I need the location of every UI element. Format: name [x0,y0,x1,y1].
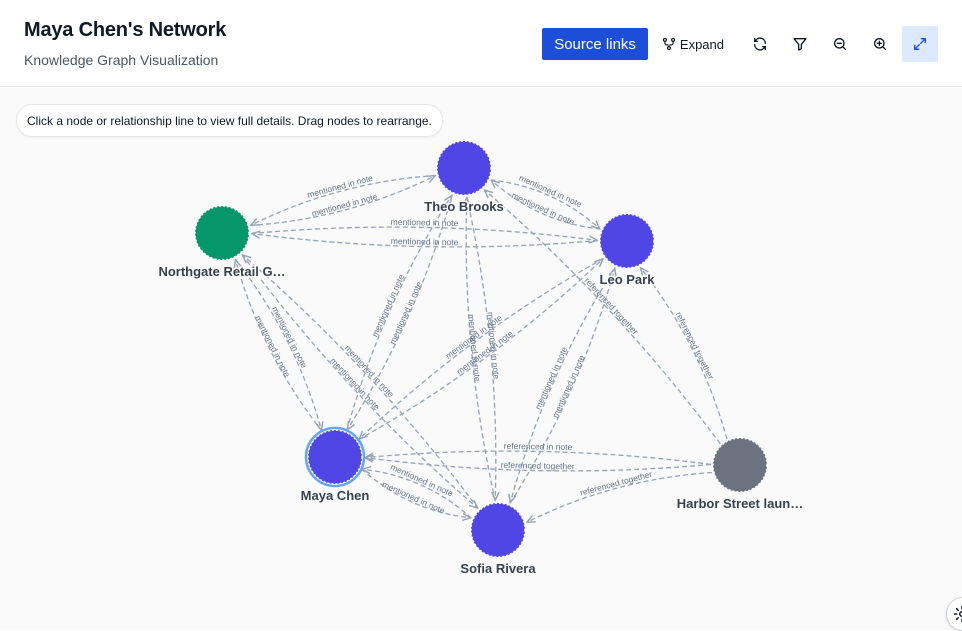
node-label: Maya Chen [301,488,370,503]
graph-node-leo[interactable]: Leo Park [598,213,657,289]
share-nodes-icon [662,37,676,51]
node-circle[interactable] [307,429,363,485]
graph-toolbar: Source links Expand [542,26,938,62]
fullscreen-icon [914,38,926,50]
app-header: Maya Chen's Network Knowledge Graph Visu… [0,0,962,87]
node-circle[interactable] [194,205,250,261]
zoom-out-button[interactable] [822,26,858,62]
node-circle[interactable] [599,213,655,269]
edge-label: referenced together [500,460,575,471]
graph-node-maya[interactable]: Maya Chen [299,426,371,505]
node-circle[interactable] [470,502,526,558]
edge-label: mentioned in note [391,217,459,228]
graph-hint: Click a node or relationship line to vie… [16,104,443,137]
graph-node-theo[interactable]: Theo Brooks [423,140,505,216]
page-title: Maya Chen's Network [24,19,227,41]
knowledge-graph[interactable]: mentioned in notementioned in note mentio… [0,88,962,630]
source-links-button[interactable]: Source links [542,28,648,60]
graph-node-sofia[interactable]: Sofia Rivera [459,502,538,578]
edge-label: referenced together [674,310,716,381]
fullscreen-button[interactable] [902,26,938,62]
edge-label: referenced together [579,469,653,498]
filter-icon [793,38,807,51]
node-circle[interactable] [712,437,768,493]
expand-button[interactable]: Expand [654,28,732,60]
edge-label: referenced in note [504,441,573,452]
filter-button[interactable] [782,26,818,62]
node-label: Sofia Rivera [460,561,536,576]
graph-node-northgate[interactable]: Northgate Retail G… [157,205,287,281]
node-label: Harbor Street laun… [677,496,803,511]
zoom-in-button[interactable] [862,26,898,62]
edge-label: mentioned in note [466,314,482,382]
zoom-in-icon [874,38,886,50]
refresh-icon [754,37,766,51]
node-label: Theo Brooks [424,199,503,214]
page-subtitle: Knowledge Graph Visualization [24,52,219,68]
node-circle[interactable] [436,140,492,196]
refresh-button[interactable] [742,26,778,62]
zoom-out-icon [834,38,846,50]
expand-label: Expand [679,36,724,52]
gear-icon [953,605,962,623]
graph-canvas[interactable]: mentioned in note mentioned in note mentio… [0,88,962,631]
relationship-edge[interactable] [641,268,728,440]
node-label: Leo Park [600,272,656,287]
edge-label: mentioned in note [455,328,515,376]
node-label: Northgate Retail G… [158,264,285,279]
